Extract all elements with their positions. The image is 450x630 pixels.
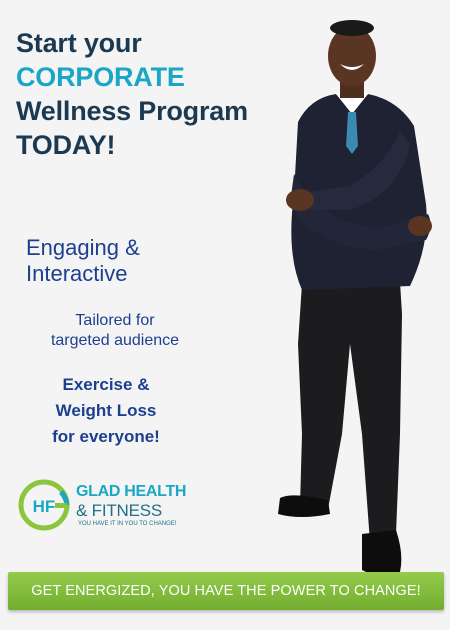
exercise-text: Exercise & Weight Loss for everyone!	[26, 372, 186, 450]
brand-slogan: YOU HAVE IT IN YOU TO CHANGE!	[78, 521, 177, 527]
tagline-line-2: Interactive	[26, 261, 128, 286]
subtext-line-1: Tailored for	[75, 312, 155, 329]
tagline: Engaging & Interactive	[26, 235, 266, 287]
brand-logo[interactable]: HF GLAD HEALTH & FITNESS YOU HAVE IT IN …	[18, 479, 208, 534]
businessman-photo	[278, 20, 432, 576]
gf-monogram-circle-icon: HF	[18, 479, 70, 531]
poster: Start your CORPORATE Wellness Program TO…	[0, 0, 450, 630]
tagline-line-1: Engaging &	[26, 235, 140, 260]
exercise-line-3: for everyone!	[52, 427, 160, 446]
exercise-line-2: Weight Loss	[55, 401, 157, 420]
subtext: Tailored for targeted audience	[20, 311, 210, 351]
subtext-line-2: targeted audience	[50, 332, 180, 349]
exercise-line-1: Exercise &	[62, 375, 150, 394]
brand-name-line-2: & FITNESS	[76, 501, 163, 520]
logo-monogram: HF	[33, 497, 56, 516]
power-to-change-banner[interactable]: GET ENERGIZED, YOU HAVE THE POWER TO CHA…	[8, 572, 444, 610]
brand-name-line-1: GLAD HEALTH	[76, 483, 187, 500]
